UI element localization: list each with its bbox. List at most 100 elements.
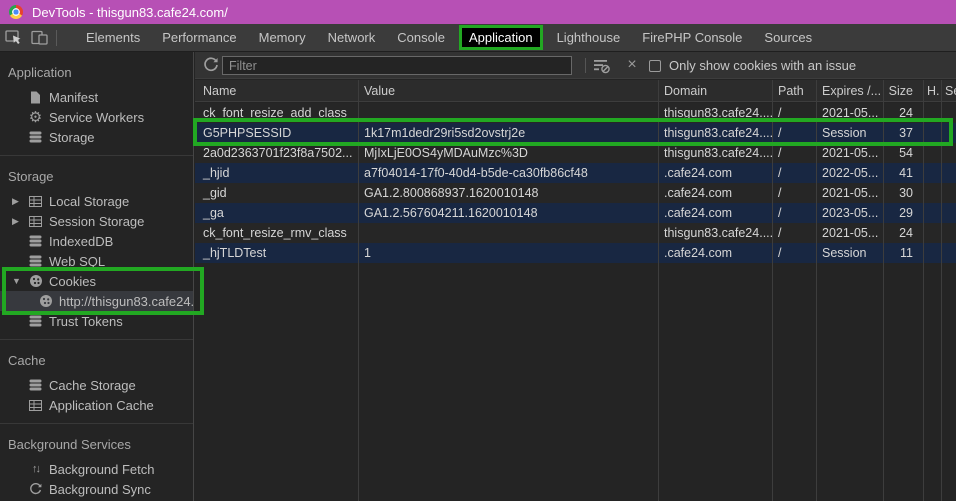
cookie-expires-cell[interactable]: 2022-05... <box>816 163 883 183</box>
cookie-path-cell[interactable]: / <box>772 203 816 223</box>
refresh-icon[interactable] <box>203 57 221 75</box>
cookie-domain-cell[interactable]: thisgun83.cafe24.... <box>658 143 772 163</box>
column-divider[interactable] <box>941 80 942 501</box>
cookie-httponly-cell[interactable] <box>923 103 941 123</box>
col-header-name[interactable]: Name <box>195 80 358 101</box>
cookie-name-cell[interactable]: _ga <box>195 203 358 223</box>
cookie-secure-cell[interactable] <box>941 223 956 243</box>
tab-lighthouse[interactable]: Lighthouse <box>546 30 632 45</box>
tab-sources[interactable]: Sources <box>753 30 823 45</box>
tab-memory[interactable]: Memory <box>248 30 317 45</box>
cookie-name-cell[interactable]: ck_font_resize_rmv_class <box>195 223 358 243</box>
cookie-name-cell[interactable]: ck_font_resize_add_class <box>195 103 358 123</box>
sidebar-item-background-sync[interactable]: Background Sync <box>0 479 193 499</box>
cookie-value-cell[interactable] <box>358 103 658 123</box>
col-header-httponly[interactable]: H. <box>923 80 941 101</box>
cookie-value-cell[interactable]: MjIxLjE0OS4yMDAuMzc%3D <box>358 143 658 163</box>
sidebar-item-service-workers[interactable]: ⚙ Service Workers <box>0 107 193 127</box>
cookie-secure-cell[interactable] <box>941 163 956 183</box>
tab-performance[interactable]: Performance <box>151 30 247 45</box>
tab-network[interactable]: Network <box>317 30 387 45</box>
cookie-httponly-cell[interactable] <box>923 203 941 223</box>
cookie-name-cell[interactable]: _gid <box>195 183 358 203</box>
chevron-right-icon[interactable]: ▶ <box>12 216 28 227</box>
tab-console[interactable]: Console <box>386 30 456 45</box>
sidebar-item-cookies-origin[interactable]: http://thisgun83.cafe24.com <box>0 291 193 311</box>
cookie-secure-cell[interactable] <box>941 203 956 223</box>
col-header-secure[interactable]: Se <box>941 80 956 101</box>
cookie-httponly-cell[interactable] <box>923 123 941 143</box>
cookie-httponly-cell[interactable] <box>923 243 941 263</box>
cookie-size-cell[interactable]: 24 <box>883 223 923 243</box>
device-toolbar-icon[interactable] <box>26 27 52 49</box>
cookie-expires-cell[interactable]: 2021-05... <box>816 143 883 163</box>
cookie-httponly-cell[interactable] <box>923 163 941 183</box>
sidebar-item-manifest[interactable]: Manifest <box>0 87 193 107</box>
column-divider[interactable] <box>816 80 817 501</box>
table-row[interactable]: 2a0d2363701f23f8a7502... MjIxLjE0OS4yMDA… <box>195 143 956 163</box>
chevron-right-icon[interactable]: ▶ <box>12 196 28 207</box>
issue-filter-checkbox[interactable] <box>649 60 661 72</box>
cookie-domain-cell[interactable]: thisgun83.cafe24.... <box>658 223 772 243</box>
cookie-name-cell[interactable]: G5PHPSESSID <box>195 123 358 143</box>
table-row[interactable]: _hjTLDTest 1 .cafe24.com / Session 11 <box>195 243 956 263</box>
tab-elements[interactable]: Elements <box>75 30 151 45</box>
cookie-path-cell[interactable]: / <box>772 223 816 243</box>
cookie-expires-cell[interactable]: 2021-05... <box>816 223 883 243</box>
sidebar-item-local-storage[interactable]: ▶ Local Storage <box>0 191 193 211</box>
cookie-value-cell[interactable]: 1k17m1dedr29ri5sd2ovstrj2e <box>358 123 658 143</box>
col-header-expires[interactable]: Expires /... <box>816 80 883 101</box>
cookie-domain-cell[interactable]: thisgun83.cafe24.... <box>658 123 772 143</box>
sidebar-item-session-storage[interactable]: ▶ Session Storage <box>0 211 193 231</box>
clear-icon[interactable]: × <box>623 52 641 79</box>
col-header-size[interactable]: Size <box>883 80 923 101</box>
cookie-value-cell[interactable]: GA1.2.567604211.1620010148 <box>358 203 658 223</box>
cookie-path-cell[interactable]: / <box>772 243 816 263</box>
cookie-path-cell[interactable]: / <box>772 163 816 183</box>
cookie-domain-cell[interactable]: .cafe24.com <box>658 183 772 203</box>
sidebar-item-cache-storage[interactable]: Cache Storage <box>0 375 193 395</box>
cookie-name-cell[interactable]: _hjTLDTest <box>195 243 358 263</box>
sidebar-item-trust-tokens[interactable]: Trust Tokens <box>0 311 193 331</box>
cookie-httponly-cell[interactable] <box>923 143 941 163</box>
cookie-secure-cell[interactable] <box>941 243 956 263</box>
column-divider[interactable] <box>658 80 659 501</box>
sidebar-item-application-cache[interactable]: Application Cache <box>0 395 193 415</box>
cookie-size-cell[interactable]: 41 <box>883 163 923 183</box>
cookie-size-cell[interactable]: 11 <box>883 243 923 263</box>
column-divider[interactable] <box>358 80 359 501</box>
chevron-down-icon[interactable]: ▼ <box>12 276 28 286</box>
cookie-name-cell[interactable]: 2a0d2363701f23f8a7502... <box>195 143 358 163</box>
column-divider[interactable] <box>923 80 924 501</box>
cookie-value-cell[interactable]: a7f04014-17f0-40d4-b5de-ca30fb86cf48 <box>358 163 658 183</box>
cookie-httponly-cell[interactable] <box>923 183 941 203</box>
cookie-size-cell[interactable]: 54 <box>883 143 923 163</box>
cookie-expires-cell[interactable]: 2021-05... <box>816 183 883 203</box>
cookie-path-cell[interactable]: / <box>772 183 816 203</box>
filter-input[interactable] <box>222 56 572 75</box>
sidebar-item-background-fetch[interactable]: ↑↓ Background Fetch <box>0 459 193 479</box>
col-header-path[interactable]: Path <box>772 80 816 101</box>
cookie-secure-cell[interactable] <box>941 183 956 203</box>
cookie-domain-cell[interactable]: .cafe24.com <box>658 163 772 183</box>
col-header-value[interactable]: Value <box>358 80 658 101</box>
cookie-size-cell[interactable]: 37 <box>883 123 923 143</box>
filter-blocked-icon[interactable] <box>593 58 611 74</box>
sidebar-item-cookies[interactable]: ▼ Cookies <box>0 271 193 291</box>
cookie-path-cell[interactable]: / <box>772 103 816 123</box>
cookie-path-cell[interactable]: / <box>772 123 816 143</box>
table-row[interactable]: _hjid a7f04014-17f0-40d4-b5de-ca30fb86cf… <box>195 163 956 183</box>
cookie-size-cell[interactable]: 24 <box>883 103 923 123</box>
table-row[interactable]: ck_font_resize_add_class thisgun83.cafe2… <box>195 103 956 123</box>
sidebar-item-web-sql[interactable]: Web SQL <box>0 251 193 271</box>
table-row[interactable]: _ga GA1.2.567604211.1620010148 .cafe24.c… <box>195 203 956 223</box>
cookie-expires-cell[interactable]: Session <box>816 123 883 143</box>
issue-filter-label[interactable]: Only show cookies with an issue <box>669 52 856 79</box>
cookie-value-cell[interactable] <box>358 223 658 243</box>
table-row[interactable]: ck_font_resize_rmv_class thisgun83.cafe2… <box>195 223 956 243</box>
sidebar-item-indexeddb[interactable]: IndexedDB <box>0 231 193 251</box>
sidebar-item-storage[interactable]: Storage <box>0 127 193 147</box>
cookie-value-cell[interactable]: 1 <box>358 243 658 263</box>
table-row[interactable]: _gid GA1.2.800868937.1620010148 .cafe24.… <box>195 183 956 203</box>
cookie-expires-cell[interactable]: Session <box>816 243 883 263</box>
